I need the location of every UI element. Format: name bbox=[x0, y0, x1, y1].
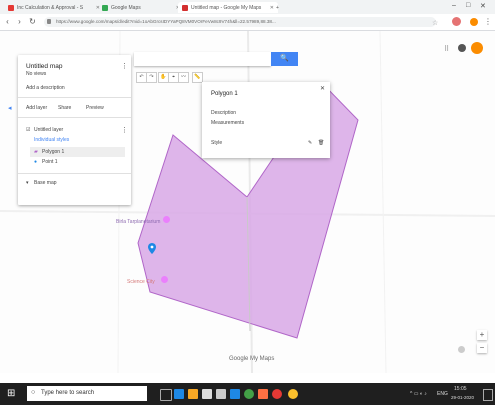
tab-favicon-icon bbox=[182, 4, 188, 11]
zoom-in-button[interactable]: + bbox=[477, 330, 487, 340]
list-item[interactable]: Polygon 1 bbox=[42, 149, 64, 155]
settings-icon[interactable] bbox=[458, 44, 466, 52]
reload-button[interactable]: ↻ bbox=[28, 17, 37, 26]
forward-button[interactable]: › bbox=[15, 17, 24, 26]
task-view-icon[interactable] bbox=[160, 389, 172, 401]
edge-icon[interactable] bbox=[174, 389, 184, 399]
zoom-out-button[interactable]: − bbox=[477, 343, 487, 353]
point-marker-icon[interactable] bbox=[148, 243, 156, 254]
menu-dots-icon[interactable]: ⋮ bbox=[484, 17, 492, 26]
search-input[interactable] bbox=[134, 52, 271, 66]
browser-tab-1[interactable]: Inc Calculation & Approval - S ✕ bbox=[4, 2, 104, 13]
tab-favicon-icon bbox=[8, 4, 14, 11]
preview-button[interactable]: Preview bbox=[86, 105, 104, 111]
tab-favicon-icon bbox=[102, 4, 108, 11]
popup-description[interactable]: Description bbox=[211, 110, 236, 116]
browser-tab-2[interactable]: Google Maps ✕ bbox=[98, 2, 184, 13]
edit-icon[interactable]: ✎ bbox=[308, 140, 312, 146]
opera-icon[interactable] bbox=[272, 389, 282, 399]
new-tab-label: + bbox=[276, 4, 279, 11]
extension-icon[interactable] bbox=[470, 18, 478, 26]
redo-button[interactable]: ↷ bbox=[146, 72, 157, 83]
clock-date[interactable]: 29-01-2020 bbox=[451, 395, 474, 400]
collapse-panel-icon[interactable]: ◂ bbox=[8, 104, 14, 112]
lock-icon bbox=[47, 19, 51, 24]
list-item[interactable]: Point 1 bbox=[42, 159, 58, 165]
map-views: No views bbox=[26, 71, 47, 77]
base-map-label[interactable]: Base map bbox=[34, 180, 57, 186]
chrome-icon[interactable] bbox=[288, 389, 298, 399]
place-pin-icon[interactable] bbox=[163, 216, 170, 223]
maximize-button[interactable]: □ bbox=[466, 2, 470, 9]
map-title[interactable]: Untitled map bbox=[26, 63, 63, 70]
polygon-icon: ▰ bbox=[34, 149, 38, 155]
url-field[interactable]: https://www.google.com/maps/d/edit?mid=1… bbox=[44, 17, 436, 27]
tab-label: Untitled map - Google My Maps bbox=[191, 4, 262, 11]
browser-tab-3[interactable]: Untitled map - Google My Maps ✕ bbox=[178, 2, 278, 13]
style-button[interactable]: Style bbox=[211, 140, 222, 146]
popup-meta: Measurements bbox=[211, 120, 245, 126]
profile-avatar[interactable] bbox=[452, 17, 461, 26]
chevron-down-icon[interactable]: ▾ bbox=[26, 180, 29, 186]
mail-icon[interactable] bbox=[216, 389, 226, 399]
search-icon: ○ bbox=[31, 389, 36, 396]
apps-grid-icon[interactable]: ⠿ bbox=[444, 45, 449, 53]
divider bbox=[18, 97, 131, 98]
pegman-icon[interactable] bbox=[458, 346, 465, 353]
pin-icon: ● bbox=[34, 159, 38, 165]
taskbar-search-field[interactable]: Type here to search bbox=[27, 386, 147, 401]
place-label[interactable]: Science City bbox=[127, 279, 155, 285]
language-indicator[interactable]: ENG bbox=[437, 391, 448, 397]
layer-menu-icon[interactable]: ⋮ bbox=[121, 126, 128, 134]
divider bbox=[18, 173, 131, 174]
divider bbox=[18, 117, 131, 118]
layers-panel: Untitled map No views Add a description … bbox=[18, 55, 131, 205]
search-button[interactable]: 🔍 bbox=[271, 52, 298, 66]
close-window-button[interactable]: ✕ bbox=[480, 2, 486, 10]
search-icon: 🔍 bbox=[280, 55, 289, 62]
place-label[interactable]: Birla Tarplanetarium bbox=[116, 219, 160, 225]
store-icon[interactable] bbox=[202, 389, 212, 399]
share-button[interactable]: Share bbox=[58, 105, 71, 111]
place-pin-icon[interactable] bbox=[161, 276, 168, 283]
tab-label: Inc Calculation & Approval - S bbox=[17, 4, 84, 11]
notifications-icon[interactable] bbox=[483, 389, 493, 401]
new-tab-button[interactable]: + bbox=[272, 2, 290, 13]
minimize-button[interactable]: – bbox=[452, 2, 456, 9]
brand-logo: Google My Maps bbox=[229, 356, 275, 362]
popup-title[interactable]: Polygon 1 bbox=[211, 91, 238, 97]
star-icon[interactable]: ☆ bbox=[432, 19, 438, 27]
tab-label: Google Maps bbox=[111, 4, 141, 11]
app-icon[interactable] bbox=[258, 389, 268, 399]
layer-checkbox-icon[interactable]: ☑ bbox=[26, 127, 30, 133]
back-button[interactable]: ‹ bbox=[3, 17, 12, 26]
tray-icons[interactable]: ^ ▭ ◐ ♪ bbox=[410, 391, 427, 397]
photos-icon[interactable] bbox=[230, 389, 240, 399]
delete-icon[interactable]: 🗑 bbox=[318, 140, 324, 146]
avatar[interactable] bbox=[471, 42, 483, 54]
file-explorer-icon[interactable] bbox=[188, 389, 198, 399]
close-icon[interactable]: ✕ bbox=[320, 85, 325, 92]
layer-name[interactable]: Untitled layer bbox=[34, 127, 63, 133]
line-tool-button[interactable]: 〰 bbox=[178, 72, 189, 83]
windows-start-icon[interactable]: ⊞ bbox=[7, 388, 18, 399]
map-description[interactable]: Add a description bbox=[26, 85, 65, 91]
panel-menu-icon[interactable]: ⋮ bbox=[121, 62, 128, 70]
feature-info-popup: Polygon 1 ✕ Description Measurements Sty… bbox=[202, 82, 330, 158]
add-layer-button[interactable]: Add layer bbox=[26, 105, 47, 111]
app-icon[interactable] bbox=[244, 389, 254, 399]
layer-style-link[interactable]: Individual styles bbox=[34, 137, 69, 143]
clock-time[interactable]: 15:05 bbox=[454, 386, 467, 392]
